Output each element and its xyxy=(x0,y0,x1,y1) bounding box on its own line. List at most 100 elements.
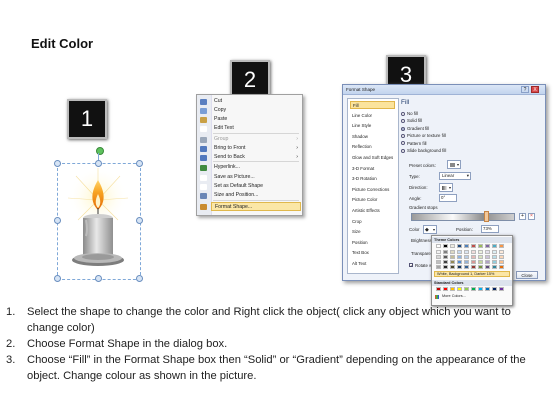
theme-shade-swatch[interactable] xyxy=(443,260,448,264)
standard-color-swatch[interactable] xyxy=(457,287,462,291)
theme-shade-swatch[interactable] xyxy=(485,255,490,259)
context-menu-item[interactable]: Save as Picture... xyxy=(211,173,304,182)
theme-shade-swatch[interactable] xyxy=(478,265,483,269)
theme-shade-swatch[interactable] xyxy=(436,250,441,254)
context-menu-item[interactable]: Edit Text xyxy=(211,124,304,133)
close-button[interactable]: Close xyxy=(516,271,538,279)
gradient-stop-handle[interactable] xyxy=(484,211,489,222)
radio-button[interactable] xyxy=(401,148,405,153)
nav-item-fill[interactable]: Fill xyxy=(350,101,395,109)
fill-option-gradient-fill[interactable]: Gradient fill xyxy=(401,125,491,132)
theme-shade-swatch[interactable] xyxy=(492,250,497,254)
nav-item-picture-corrections[interactable]: Picture Corrections xyxy=(350,186,397,194)
theme-shade-swatch[interactable] xyxy=(485,265,490,269)
theme-shade-swatch[interactable] xyxy=(450,255,455,259)
context-menu-item[interactable]: Group › xyxy=(211,135,304,144)
radio-button[interactable] xyxy=(401,141,405,146)
context-menu-item[interactable]: Set as Default Shape xyxy=(211,182,304,191)
add-stop-icon[interactable]: + xyxy=(519,213,526,220)
theme-shade-swatch[interactable] xyxy=(485,260,490,264)
theme-shade-swatch[interactable] xyxy=(457,250,462,254)
color-picker-button[interactable]: ◆ ▾ xyxy=(423,225,437,234)
theme-shade-swatch[interactable] xyxy=(499,250,504,254)
theme-shade-swatch[interactable] xyxy=(471,260,476,264)
theme-shade-swatch[interactable] xyxy=(464,255,469,259)
theme-shade-swatch[interactable] xyxy=(478,250,483,254)
more-colors-link[interactable]: More Colors... xyxy=(442,294,466,298)
nav-item-crop[interactable]: Crop xyxy=(350,218,397,226)
fill-option-picture-or-texture-fill[interactable]: Picture or texture fill xyxy=(401,132,491,139)
standard-color-swatch[interactable] xyxy=(471,287,476,291)
theme-shade-swatch[interactable] xyxy=(499,265,504,269)
rotate-checkbox[interactable]: ✓ xyxy=(409,263,413,268)
radio-button[interactable] xyxy=(401,134,405,139)
nav-item-picture-color[interactable]: Picture Color xyxy=(350,196,397,204)
radio-button[interactable] xyxy=(401,126,405,131)
theme-shade-swatch[interactable] xyxy=(443,255,448,259)
context-menu-item[interactable]: Copy xyxy=(211,106,304,115)
theme-shade-swatch[interactable] xyxy=(450,265,455,269)
theme-color-swatch[interactable] xyxy=(436,244,441,248)
context-menu-item[interactable]: Bring to Front › xyxy=(211,144,304,153)
radio-button[interactable] xyxy=(401,111,405,116)
nav-item-position[interactable]: Position xyxy=(350,239,397,247)
standard-color-swatch[interactable] xyxy=(492,287,497,291)
standard-color-swatch[interactable] xyxy=(478,287,483,291)
theme-shade-swatch[interactable] xyxy=(436,255,441,259)
theme-shade-swatch[interactable] xyxy=(492,260,497,264)
theme-shade-swatch[interactable] xyxy=(443,265,448,269)
nav-item-line-style[interactable]: Line Style xyxy=(350,122,397,130)
theme-shade-swatch[interactable] xyxy=(499,255,504,259)
theme-shade-swatch[interactable] xyxy=(471,255,476,259)
standard-color-swatch[interactable] xyxy=(443,287,448,291)
theme-color-swatch[interactable] xyxy=(471,244,476,248)
theme-shade-swatch[interactable] xyxy=(492,255,497,259)
fill-option-no-fill[interactable]: No fill xyxy=(401,110,491,117)
theme-shade-swatch[interactable] xyxy=(464,265,469,269)
fill-option-slide-background-fill[interactable]: Slide background fill xyxy=(401,147,491,154)
theme-color-swatch[interactable] xyxy=(464,244,469,248)
type-dropdown[interactable]: Linear ▾ xyxy=(439,172,471,180)
theme-shade-swatch[interactable] xyxy=(499,260,504,264)
context-menu-item[interactable]: Paste xyxy=(211,115,304,124)
theme-shade-swatch[interactable] xyxy=(464,260,469,264)
help-button[interactable]: ? xyxy=(521,86,529,93)
nav-item-3-d-rotation[interactable]: 3-D Rotation xyxy=(350,175,397,183)
context-menu-item[interactable]: Cut xyxy=(211,97,304,106)
standard-color-swatch[interactable] xyxy=(485,287,490,291)
theme-shade-swatch[interactable] xyxy=(457,260,462,264)
position-input[interactable]: 73% xyxy=(481,225,499,233)
nav-item-3-d-format[interactable]: 3-D Format xyxy=(350,165,397,173)
angle-input[interactable]: 0° xyxy=(439,194,457,202)
theme-shade-swatch[interactable] xyxy=(457,255,462,259)
nav-item-line-color[interactable]: Line Color xyxy=(350,112,397,120)
theme-shade-swatch[interactable] xyxy=(450,260,455,264)
theme-shade-swatch[interactable] xyxy=(471,265,476,269)
nav-item-alt-text[interactable]: Alt Text xyxy=(350,260,397,268)
theme-shade-swatch[interactable] xyxy=(492,265,497,269)
nav-item-shadow[interactable]: Shadow xyxy=(350,133,397,141)
context-menu-item[interactable]: Size and Position... xyxy=(211,191,304,200)
theme-color-swatch[interactable] xyxy=(457,244,462,248)
radio-button[interactable] xyxy=(401,119,405,124)
theme-shade-swatch[interactable] xyxy=(478,260,483,264)
theme-shade-swatch[interactable] xyxy=(464,250,469,254)
preset-colors-dropdown[interactable]: ▾ xyxy=(447,160,461,169)
nav-item-reflection[interactable]: Reflection xyxy=(350,143,397,151)
theme-shade-swatch[interactable] xyxy=(471,250,476,254)
theme-color-swatch[interactable] xyxy=(492,244,497,248)
theme-color-swatch[interactable] xyxy=(443,244,448,248)
standard-color-swatch[interactable] xyxy=(499,287,504,291)
theme-shade-swatch[interactable] xyxy=(450,250,455,254)
fill-option-solid-fill[interactable]: Solid fill xyxy=(401,117,491,124)
close-icon[interactable]: X xyxy=(531,86,539,93)
theme-color-swatch[interactable] xyxy=(499,244,504,248)
theme-shade-swatch[interactable] xyxy=(436,265,441,269)
remove-stop-icon[interactable]: × xyxy=(528,213,535,220)
theme-shade-swatch[interactable] xyxy=(478,255,483,259)
standard-color-swatch[interactable] xyxy=(436,287,441,291)
theme-color-swatch[interactable] xyxy=(450,244,455,248)
gradient-stops-bar[interactable] xyxy=(411,213,515,221)
theme-color-swatch[interactable] xyxy=(485,244,490,248)
context-menu-item[interactable]: Format Shape... xyxy=(211,202,301,211)
